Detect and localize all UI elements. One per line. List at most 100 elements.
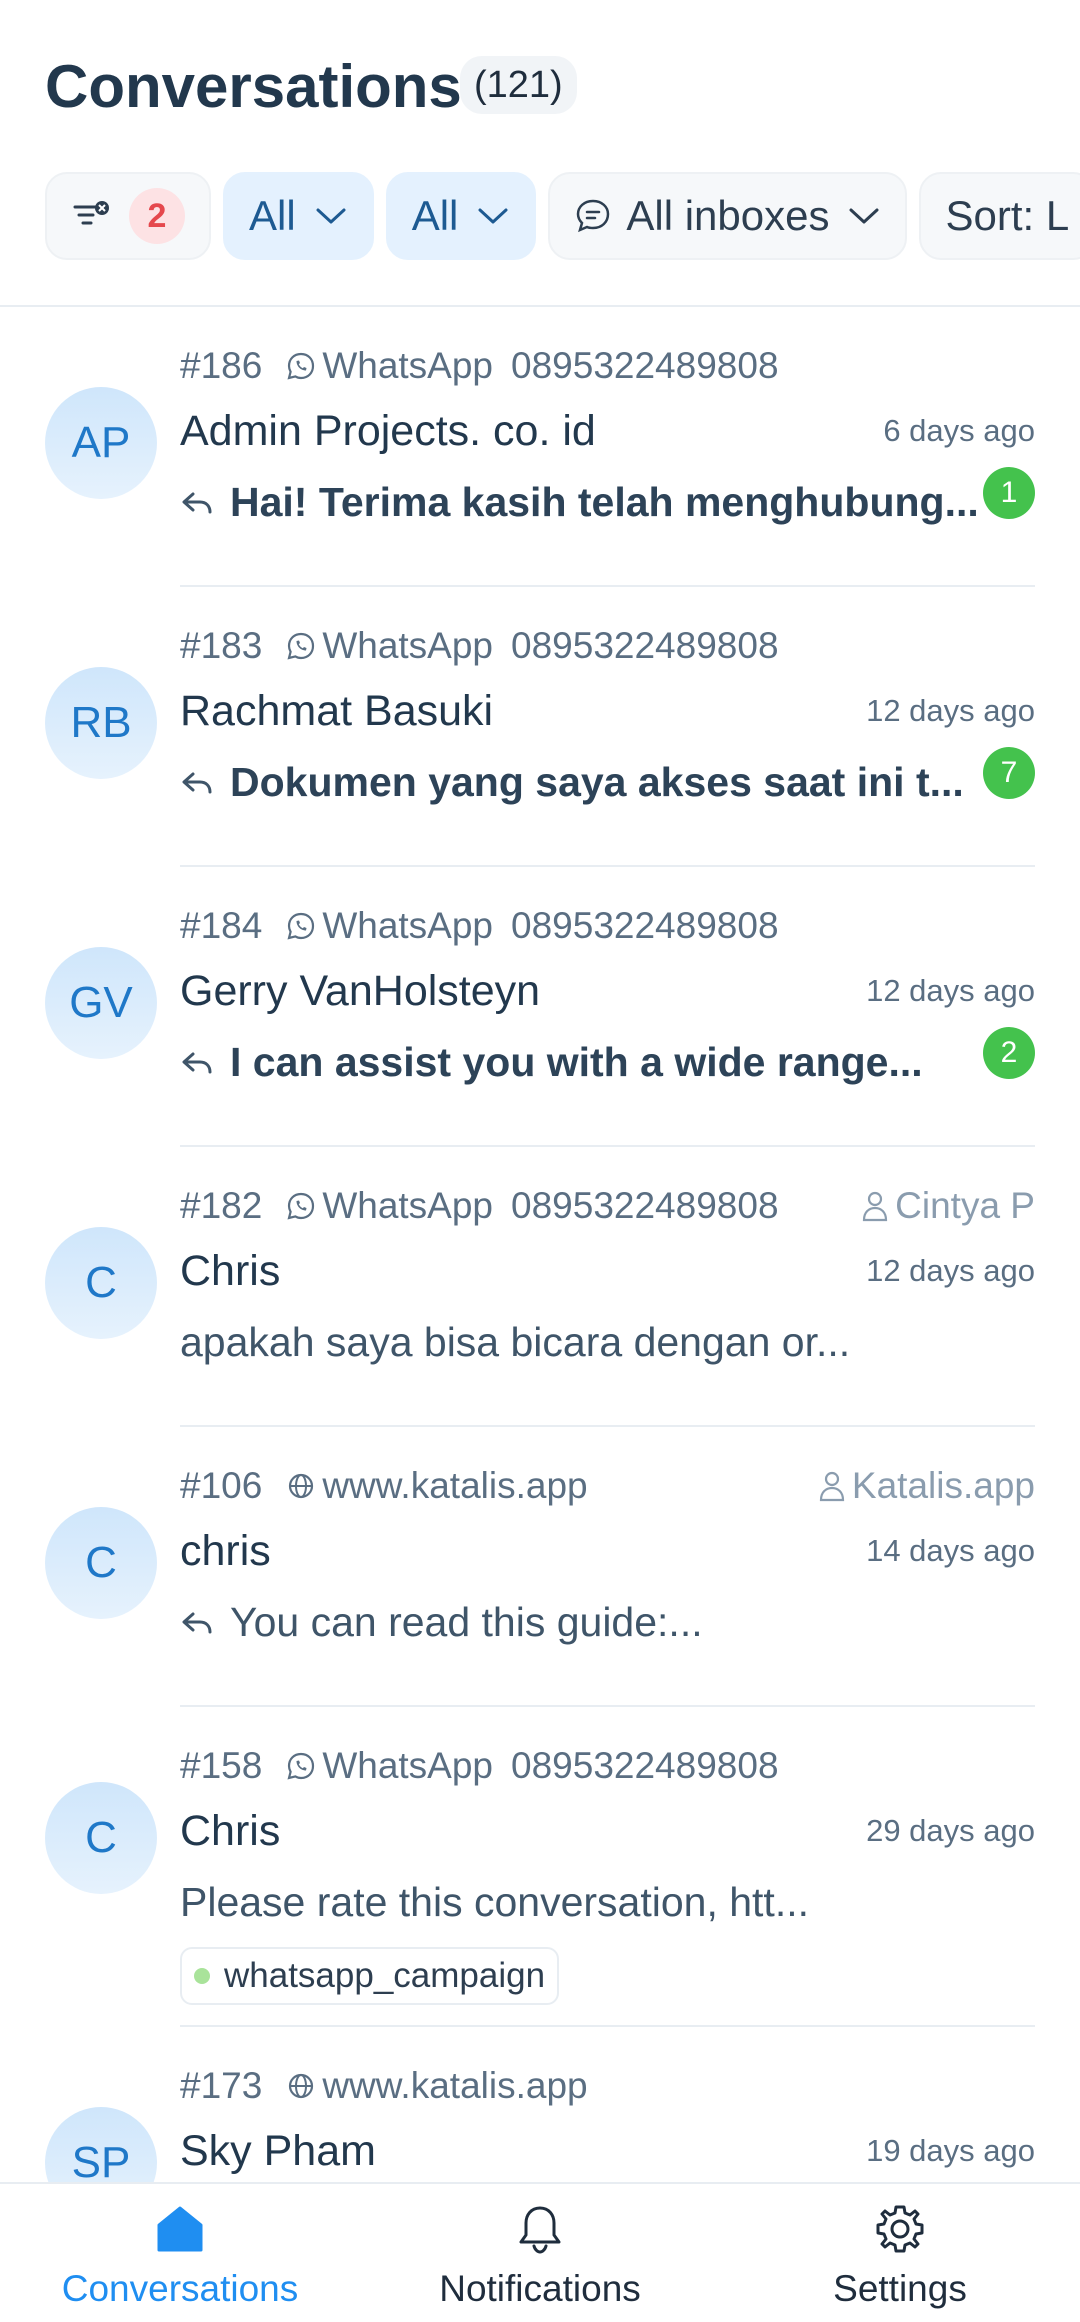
last-message-text: Hai! Terima kasih telah menghubung...: [230, 479, 979, 525]
gear-icon: [876, 2205, 924, 2253]
label-chip: whatsapp_campaign: [180, 1947, 560, 2005]
conversation-id: #184: [180, 905, 263, 946]
channel-name: WhatsApp: [322, 625, 494, 666]
bell-icon: [519, 2206, 561, 2254]
conversation-time: 14 days ago: [866, 1533, 1035, 1568]
chevron-down-icon: [316, 208, 346, 224]
avatar: C: [45, 1227, 157, 1339]
avatar: C: [45, 1507, 157, 1619]
conversation-meta: #186 WhatsApp 0895322489808: [180, 345, 779, 387]
conversation-id: #106: [180, 1465, 263, 1506]
contact-name: chris: [180, 1527, 271, 1575]
conversation-item[interactable]: C #182 WhatsApp 0895322489808 Cintya P C…: [0, 1147, 1080, 1427]
unread-badge: 2: [983, 1027, 1035, 1079]
avatar: RB: [45, 667, 157, 779]
inbox-dropdown[interactable]: All inboxes: [548, 172, 908, 260]
conversation-id: #186: [180, 345, 263, 386]
conversation-item[interactable]: RB #183 WhatsApp 0895322489808 Rachmat B…: [0, 587, 1080, 867]
filter-bar: 2 All All All inboxes Sort: L: [45, 172, 1080, 260]
reply-icon: [182, 1612, 212, 1633]
avatar: AP: [45, 387, 157, 499]
channel-name: WhatsApp: [322, 345, 494, 386]
conversation-meta: #183 WhatsApp 0895322489808: [180, 625, 779, 667]
conversation-meta: #182 WhatsApp 0895322489808: [180, 1185, 779, 1227]
channel-name: www.katalis.app: [322, 1465, 588, 1506]
nav-label: Notifications: [439, 2268, 641, 2309]
home-icon: [157, 2206, 203, 2252]
conversation-time: 12 days ago: [866, 973, 1035, 1008]
last-message: Please rate this conversation, htt...: [180, 1879, 990, 1926]
nav-label: Conversations: [61, 2268, 299, 2309]
conversation-item[interactable]: C #158 WhatsApp 0895322489808 Chris 29 d…: [0, 1707, 1080, 2027]
channel-name: www.katalis.app: [322, 2065, 588, 2106]
page-title: Conversations: [45, 53, 462, 120]
contact-name: Chris: [180, 1247, 281, 1295]
assignee: Katalis.app: [818, 1465, 1035, 1507]
conversation-list: AP #186 WhatsApp 0895322489808 Admin Pro…: [0, 307, 1080, 2182]
sort-dropdown[interactable]: Sort: L: [919, 172, 1080, 260]
nav-label: Settings: [833, 2268, 967, 2309]
conversation-meta: #158 WhatsApp 0895322489808: [180, 1745, 779, 1787]
status-dropdown-label: All: [249, 192, 296, 239]
assignee-dropdown-label: All: [411, 192, 459, 239]
channel-phone: 0895322489808: [511, 345, 779, 386]
channel-phone: 0895322489808: [511, 625, 779, 666]
assignee-dropdown[interactable]: All: [385, 172, 537, 260]
last-message: I can assist you with a wide range...: [180, 1039, 990, 1086]
last-message-text: I can assist you with a wide range...: [230, 1039, 923, 1085]
last-message-text: Dokumen yang saya akses saat ini t...: [230, 759, 964, 805]
conversation-id: #182: [180, 1185, 263, 1226]
last-message: Dokumen yang saya akses saat ini t...: [180, 759, 990, 806]
avatar: GV: [45, 947, 157, 1059]
label-text: whatsapp_campaign: [224, 1956, 546, 1995]
conversation-time: 12 days ago: [866, 693, 1035, 728]
last-message: Hai! Terima kasih telah menghubung...: [180, 479, 990, 526]
conversation-time: 12 days ago: [866, 1253, 1035, 1288]
reply-icon: [182, 1052, 212, 1073]
contact-name: Rachmat Basuki: [180, 687, 494, 735]
assignee-name: Katalis.app: [851, 1465, 1035, 1506]
conversation-meta: #106 www.katalis.app: [180, 1465, 588, 1507]
conversation-time: 29 days ago: [866, 1813, 1035, 1848]
whatsapp-icon: [287, 1192, 315, 1220]
conversation-item[interactable]: GV #184 WhatsApp 0895322489808 Gerry Van…: [0, 867, 1080, 1147]
reply-icon: [182, 772, 212, 793]
last-message: apakah saya bisa bicara dengan or...: [180, 1319, 990, 1366]
conversation-meta: #173 www.katalis.app: [180, 2065, 588, 2107]
channel-phone: 0895322489808: [511, 1185, 779, 1226]
assignee: Cintya P: [861, 1185, 1035, 1227]
nav-item-conversations[interactable]: Conversations: [0, 2202, 360, 2310]
whatsapp-icon: [287, 352, 315, 380]
nav-item-settings[interactable]: Settings: [720, 2202, 1080, 2310]
conversation-time: 19 days ago: [866, 2133, 1035, 2168]
contact-name: Admin Projects. co. id: [180, 407, 596, 455]
conversation-item[interactable]: SP #173 www.katalis.app Sky Pham 19 days…: [0, 2027, 1080, 2182]
filter-icon: [73, 201, 109, 225]
last-message: You can read this guide:...: [180, 1599, 990, 1646]
status-dropdown[interactable]: All: [223, 172, 374, 260]
channel-name: WhatsApp: [322, 905, 494, 946]
conversation-id: #158: [180, 1745, 263, 1786]
label-dot: [194, 1968, 210, 1984]
unread-badge: 1: [983, 467, 1035, 519]
user-icon: [819, 1471, 845, 1502]
filter-count-badge: 2: [129, 188, 185, 244]
globe-icon: [289, 1473, 314, 1499]
channel-phone: 0895322489808: [511, 1745, 779, 1786]
conversation-item[interactable]: C #106 www.katalis.app Katalis.app chris…: [0, 1427, 1080, 1707]
contact-name: Chris: [180, 1807, 281, 1855]
channel-phone: 0895322489808: [511, 905, 779, 946]
user-icon: [863, 1191, 888, 1222]
nav-item-notifications[interactable]: Notifications: [360, 2202, 720, 2310]
inbox-dropdown-label: All inboxes: [626, 192, 830, 239]
filter-button[interactable]: 2: [45, 172, 211, 260]
conversation-item[interactable]: AP #186 WhatsApp 0895322489808 Admin Pro…: [0, 307, 1080, 587]
conversation-time: 6 days ago: [883, 413, 1035, 448]
conversation-meta: #184 WhatsApp 0895322489808: [180, 905, 779, 947]
last-message-text: Please rate this conversation, htt...: [180, 1879, 809, 1925]
globe-icon: [289, 2073, 314, 2099]
sort-dropdown-label: Sort: L: [945, 192, 1070, 239]
channel-name: WhatsApp: [322, 1745, 494, 1786]
last-message-text: apakah saya bisa bicara dengan or...: [180, 1319, 851, 1365]
whatsapp-icon: [287, 912, 315, 940]
